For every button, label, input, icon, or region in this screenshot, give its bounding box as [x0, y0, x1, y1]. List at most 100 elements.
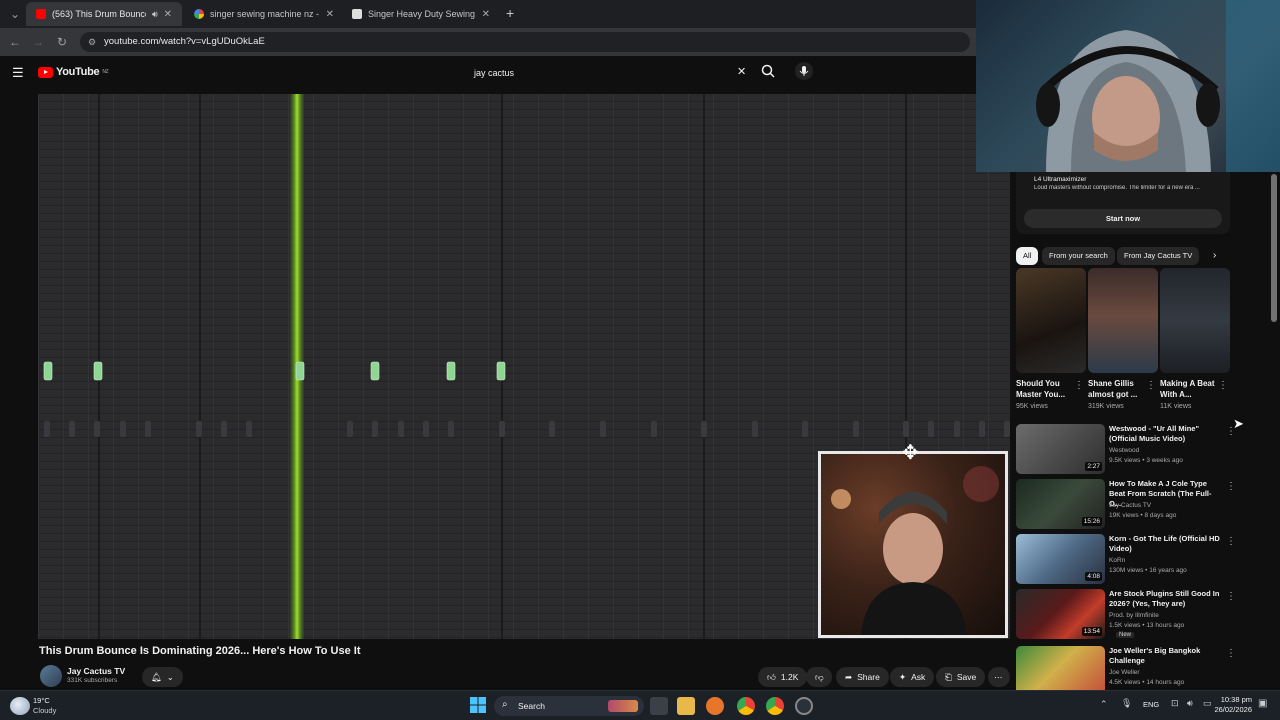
search-icon[interactable] — [761, 64, 775, 83]
new-tab-button[interactable]: + — [506, 5, 514, 21]
ad-cta-button[interactable]: Start now — [1024, 209, 1222, 228]
move-cursor-icon: ✥ — [902, 442, 919, 464]
short-title: Shane Gillis almost got ... — [1088, 379, 1138, 399]
windows-taskbar: 19°C Cloudy ⌕ Search ⌃ 🎙︎ ENG ⊡ 🔊︎ ▭ 10:… — [0, 690, 1280, 720]
chrome-icon[interactable] — [766, 697, 784, 715]
dislike-button[interactable]: 👎︎ — [806, 667, 832, 687]
mouse-pointer-icon: ➤ — [1233, 416, 1244, 431]
back-arrow-icon[interactable]: ← — [4, 31, 26, 53]
video-thumbnail: 15:26 — [1016, 479, 1105, 529]
list-item[interactable]: 2:27 Westwood - "Ur All Mine" (Official … — [1016, 424, 1236, 474]
reload-icon[interactable]: ↻ — [51, 31, 73, 53]
tab-title: Singer Heavy Duty Sewing Mac — [368, 9, 476, 19]
network-icon[interactable]: ⊡ — [1171, 698, 1179, 709]
more-vertical-icon[interactable]: ⋮ — [1226, 591, 1236, 602]
new-badge: New — [1116, 632, 1135, 638]
scrollbar[interactable] — [1270, 172, 1278, 690]
close-tab-icon[interactable]: ✕ — [482, 9, 490, 20]
short-menu-icon[interactable]: ⋮ — [1074, 380, 1084, 391]
ask-button[interactable]: ✦ Ask — [890, 667, 935, 687]
more-actions-button[interactable]: ⋯ — [988, 667, 1010, 687]
save-button[interactable]: ⎗ Save — [936, 667, 986, 687]
chip-from-your-search[interactable]: From your search — [1042, 247, 1115, 265]
subscribed-button[interactable]: 🔔︎ ⌄ — [142, 667, 183, 687]
cloud-weather-icon[interactable] — [10, 697, 30, 715]
list-item[interactable]: Joe Weller's Big Bangkok Challenge Joe W… — [1016, 646, 1236, 696]
tab-google[interactable]: singer sewing machine nz - Goo ✕ — [184, 2, 344, 26]
list-item[interactable]: 4:08 Korn - Got The Life (Official HD Vi… — [1016, 534, 1236, 584]
share-button[interactable]: ➦ Share — [836, 667, 889, 687]
tab-search-chevron-icon[interactable]: ⌄ — [4, 3, 26, 25]
clock-date[interactable]: 26/02/2026 — [1212, 705, 1252, 714]
video-title: This Drum Bounce Is Dominating 2026... H… — [39, 645, 361, 657]
volume-icon[interactable]: 🔊︎ — [1187, 698, 1193, 709]
bookmark-icon: ⎗ — [945, 671, 952, 682]
youtube-logo[interactable]: YouTube NZ — [38, 66, 109, 78]
video-thumbnail: 13:54 — [1016, 589, 1105, 639]
url-text: youtube.com/watch?v=vLgUDuOkLaE — [104, 36, 265, 47]
app-icon[interactable] — [706, 697, 724, 715]
forward-arrow-icon[interactable]: → — [27, 31, 49, 53]
page-favicon-icon — [352, 9, 362, 19]
chrome-icon[interactable] — [737, 697, 755, 715]
chip-all[interactable]: All — [1016, 247, 1039, 265]
ad-card[interactable]: L4 Ultramaximizer Loud masters without c… — [1016, 172, 1230, 234]
tray-chevron-icon[interactable]: ⌃ — [1100, 699, 1108, 710]
channel-name: Westwood — [1109, 447, 1140, 454]
video-meta: 4.5K views • 14 hours ago — [1109, 679, 1185, 686]
site-info-icon[interactable]: ⚙︎ — [88, 32, 96, 52]
microphone-icon[interactable] — [795, 62, 813, 80]
task-view-icon[interactable] — [650, 697, 668, 715]
ad-description: Loud masters without compromise. The lim… — [1034, 185, 1200, 191]
thumbs-up-icon: 👍︎ — [767, 671, 776, 682]
ask-label: Ask — [911, 672, 926, 682]
url-field[interactable]: ⚙︎ youtube.com/watch?v=vLgUDuOkLaE — [80, 32, 970, 52]
taskbar-search-label: Search — [518, 701, 545, 711]
short-menu-icon[interactable]: ⋮ — [1218, 380, 1228, 391]
short-title: Should You Master You... — [1016, 379, 1066, 399]
file-explorer-icon[interactable] — [677, 697, 695, 715]
chevron-right-icon[interactable]: › — [1213, 250, 1216, 261]
video-title: Are Stock Plugins Still Good In 2026? (Y… — [1109, 589, 1220, 608]
video-meta: 1.5K views • 13 hours ago — [1109, 622, 1185, 629]
close-tab-icon[interactable]: ✕ — [164, 9, 172, 20]
region-code: NZ — [102, 69, 109, 75]
channel-avatar[interactable] — [40, 665, 62, 687]
channel-name[interactable]: Jay Cactus TV — [67, 666, 125, 676]
app-icon[interactable] — [795, 697, 813, 715]
list-item[interactable]: 15:26 How To Make A J Cole Type Beat Fro… — [1016, 479, 1236, 529]
notifications-icon[interactable]: ▣ — [1258, 698, 1267, 709]
list-item[interactable]: 13:54 Are Stock Plugins Still Good In 20… — [1016, 589, 1236, 639]
google-favicon-icon — [194, 9, 204, 19]
battery-icon[interactable]: ▭ — [1203, 698, 1212, 709]
search-input[interactable]: jay cactus — [464, 63, 754, 83]
speaker-icon[interactable]: 🔊︎ — [152, 9, 158, 20]
windows-start-icon[interactable] — [470, 697, 486, 713]
taskbar-search-box[interactable]: ⌕ Search — [494, 696, 644, 716]
channel-row: Jay Cactus TV 331K subscribers 🔔︎ ⌄ 👍︎ 1.2… — [38, 663, 1010, 689]
like-button[interactable]: 👍︎ 1.2K — [758, 667, 808, 687]
tab-singer[interactable]: Singer Heavy Duty Sewing Mac ✕ — [342, 2, 500, 26]
short-title: Making A Beat With A... — [1160, 379, 1215, 399]
short-thumbnail — [1088, 268, 1158, 373]
duration-badge: 15:26 — [1081, 517, 1102, 526]
like-count: 1.2K — [780, 672, 799, 682]
hamburger-menu-icon[interactable]: ☰ — [12, 65, 24, 81]
search-icon: ⌕ — [502, 699, 508, 710]
language-indicator[interactable]: ENG — [1143, 700, 1159, 709]
more-vertical-icon[interactable]: ⋮ — [1226, 648, 1236, 659]
ad-title: L4 Ultramaximizer — [1034, 176, 1087, 183]
scrollbar-thumb[interactable] — [1271, 174, 1277, 322]
clock-time[interactable]: 10:38 pm — [1218, 695, 1252, 704]
microphone-icon[interactable]: 🎙︎ — [1121, 698, 1132, 709]
more-vertical-icon[interactable]: ⋮ — [1226, 536, 1236, 547]
logo-text: YouTube — [56, 66, 100, 78]
more-vertical-icon[interactable]: ⋮ — [1226, 481, 1236, 492]
tab-youtube[interactable]: (563) This Drum Bounce Is D 🔊︎ ✕ — [26, 2, 182, 26]
short-menu-icon[interactable]: ⋮ — [1146, 380, 1156, 391]
clear-search-icon[interactable]: ✕ — [737, 65, 746, 78]
chip-from-channel[interactable]: From Jay Cactus TV — [1117, 247, 1200, 265]
duration-badge: 13:54 — [1081, 627, 1102, 636]
close-tab-icon[interactable]: ✕ — [326, 9, 334, 20]
channel-name: Jay Cactus TV — [1109, 502, 1152, 509]
